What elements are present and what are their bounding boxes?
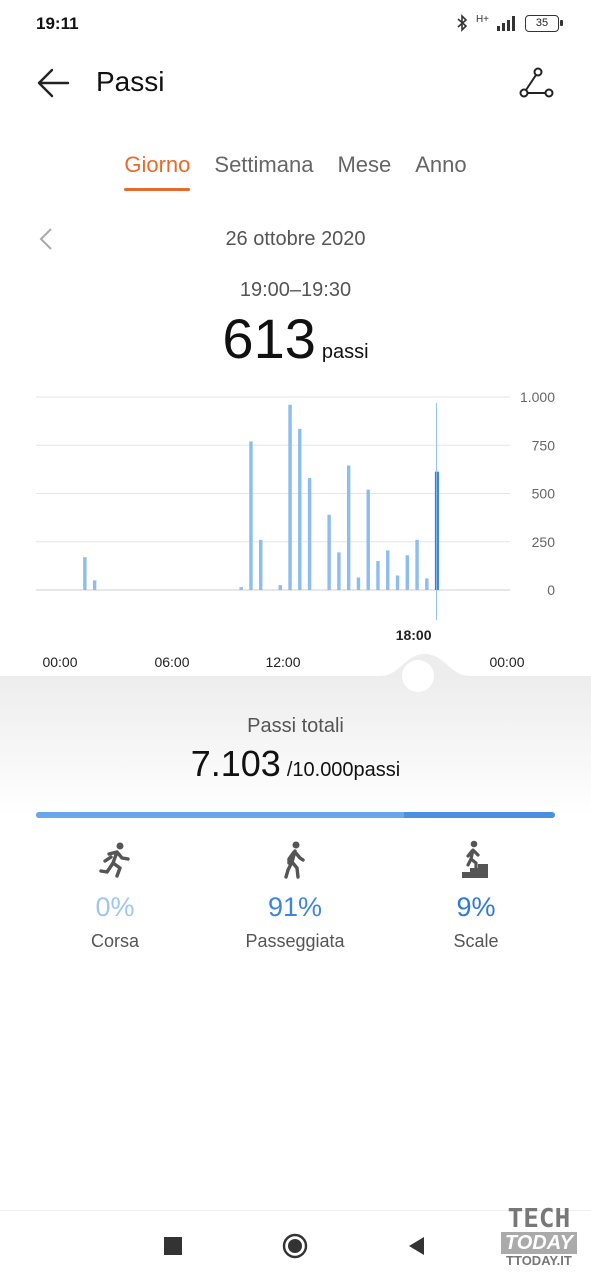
tab-anno[interactable]: Anno <box>403 152 478 178</box>
running-label: Corsa <box>90 931 139 951</box>
watermark-line2: TODAY <box>500 1232 577 1254</box>
running-icon <box>99 842 130 878</box>
battery-icon: 35 <box>525 14 563 32</box>
total-steps-value: 7.103 <box>190 743 281 784</box>
running-percentage: 0% <box>95 892 135 922</box>
goal-progress-bar <box>36 812 555 818</box>
chart-bar <box>239 587 243 590</box>
chart-bar <box>425 578 429 590</box>
walking-label: Passeggiata <box>245 931 345 951</box>
tab-mese[interactable]: Mese <box>325 152 403 178</box>
period-tabs: Giorno Settimana Mese Anno <box>0 152 591 191</box>
status-time: 19:11 <box>36 14 79 33</box>
walking-icon <box>284 841 305 879</box>
x-tick-label: 00:00 <box>489 654 524 670</box>
chart-bar <box>415 539 419 590</box>
total-steps-label: Passi totali <box>247 715 344 737</box>
network-type: H+ <box>475 13 489 25</box>
y-tick-label: 250 <box>532 534 556 550</box>
current-date: 26 ottobre 2020 <box>225 228 366 250</box>
x-tick-label: 06:00 <box>154 654 189 670</box>
selected-steps-value: 613 <box>222 307 316 370</box>
chart-bar <box>395 575 400 590</box>
activity-stairs: 9% Scale <box>386 840 566 952</box>
y-tick-label: 1.000 <box>520 389 555 405</box>
chart-bar <box>249 441 253 590</box>
page-title: Passi <box>96 66 165 97</box>
watermark-line3: TTODAY.IT <box>506 1253 572 1268</box>
signal-icon <box>497 16 515 31</box>
share-button[interactable] <box>516 66 556 102</box>
selected-time-label: 18:00 <box>396 627 432 643</box>
techtoday-watermark: TECH TODAY TTODAY.IT <box>500 1204 577 1268</box>
y-tick-label: 750 <box>532 437 556 453</box>
chart-bar <box>376 561 380 590</box>
chart-bar <box>386 550 390 590</box>
chart-bar <box>337 552 341 590</box>
chart-bar <box>278 585 282 590</box>
back-button[interactable] <box>34 64 74 104</box>
recent-apps-button[interactable] <box>164 1237 182 1255</box>
chart-bar <box>259 539 263 590</box>
chart-bar <box>307 478 312 590</box>
activity-running: 0% Corsa <box>25 840 205 952</box>
chart-bar <box>288 404 292 590</box>
x-tick-label: 12:00 <box>265 654 300 670</box>
battery-level: 35 <box>535 17 549 29</box>
home-button[interactable] <box>282 1233 308 1259</box>
selected-steps: 613 passi <box>0 306 591 371</box>
chart-bar <box>92 580 97 590</box>
home-circle-icon <box>282 1233 308 1259</box>
goal-progress-fill <box>36 812 405 818</box>
activity-walking: 91% Passeggiata <box>205 840 385 952</box>
total-steps: 7.103/10.000passi <box>0 743 591 785</box>
selected-time-range: 19:00–19:30 <box>239 279 352 301</box>
stairs-label: Scale <box>453 931 499 951</box>
chart-bar <box>405 555 409 590</box>
back-nav-button[interactable] <box>406 1235 428 1257</box>
chart-bar <box>83 557 87 590</box>
selected-steps-unit: passi <box>321 341 369 363</box>
y-tick-label: 0 <box>547 582 555 598</box>
chart-bar <box>346 465 351 590</box>
chart-slider-handle[interactable] <box>380 652 470 692</box>
back-arrow-icon <box>37 68 70 98</box>
watermark-line1: TECH <box>507 1204 571 1234</box>
share-route-icon <box>519 67 554 98</box>
chart-bar <box>356 577 361 590</box>
chart-bar <box>327 514 331 590</box>
tab-settimana[interactable]: Settimana <box>202 152 325 178</box>
steps-chart[interactable]: 1.000 750 500 250 0 18:00 00:00 06:00 12:00 00:00 <box>0 370 591 690</box>
tab-giorno[interactable]: Giorno <box>112 152 202 191</box>
stairs-icon <box>462 840 488 878</box>
triangle-back-icon <box>409 1237 424 1255</box>
stairs-percentage: 9% <box>456 892 496 922</box>
steps-goal: /10.000passi <box>286 759 401 781</box>
y-tick-label: 500 <box>532 486 556 502</box>
status-icons: H+ 35 <box>456 13 563 32</box>
x-tick-label: 00:00 <box>42 654 77 670</box>
chart-bar <box>366 489 370 590</box>
bluetooth-icon <box>457 14 468 32</box>
chart-bar <box>298 428 302 590</box>
walking-percentage: 91% <box>267 892 323 922</box>
